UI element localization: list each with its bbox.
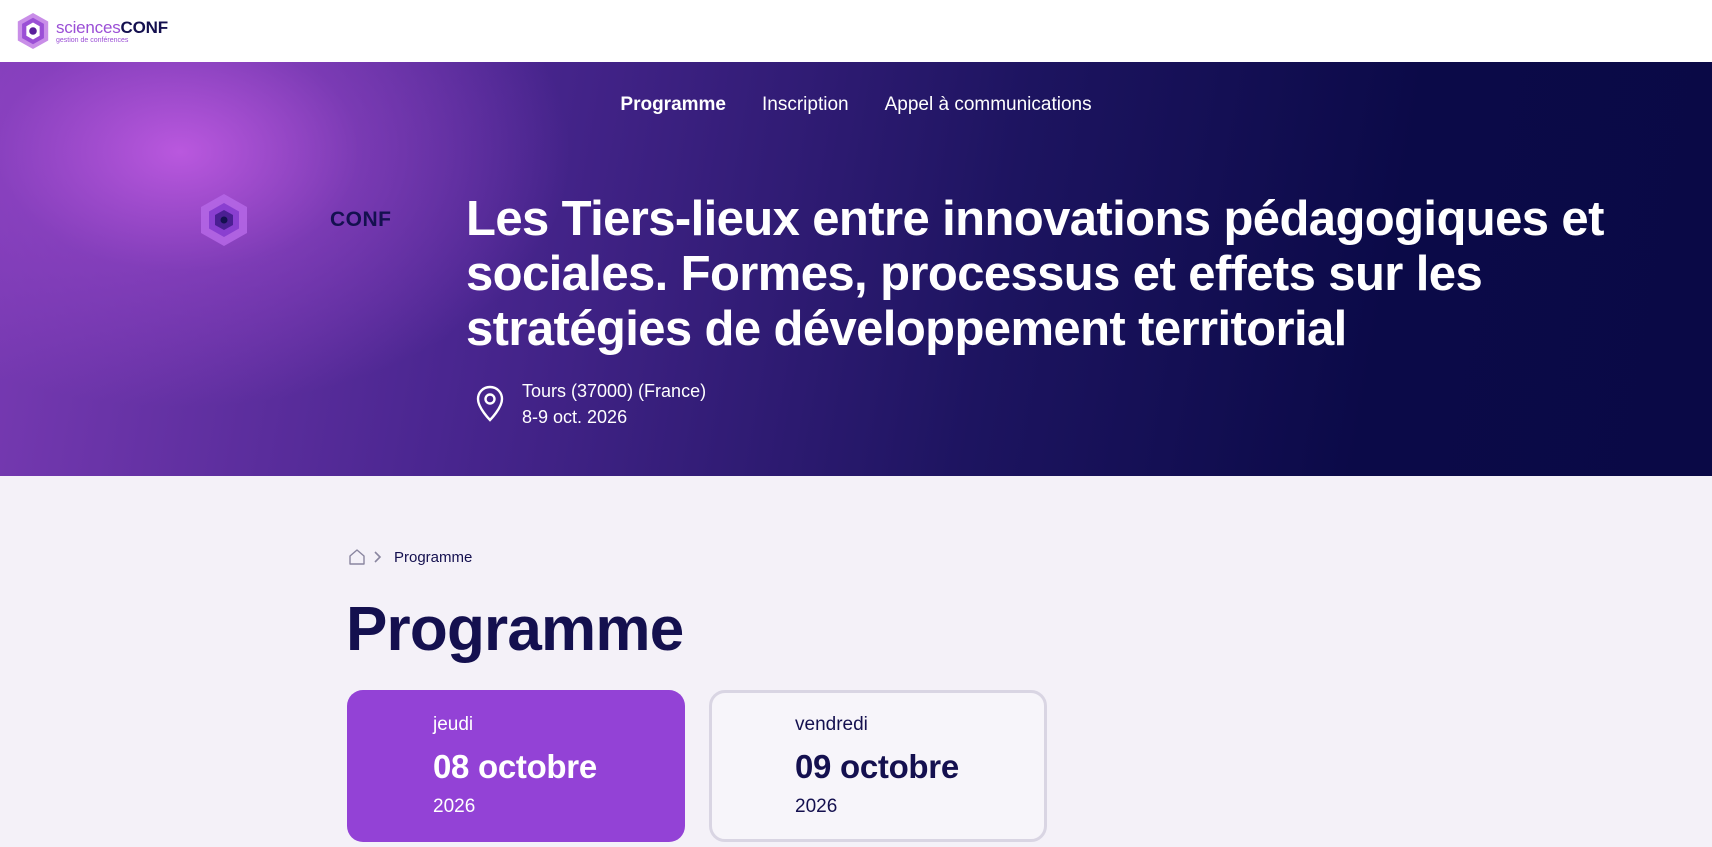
conference-title: Les Tiers-lieux entre innovations pédago… (466, 192, 1604, 356)
day-tab-jeudi[interactable]: jeudi 08 octobre 2026 (347, 690, 685, 842)
brand-name: sciencesCONF (56, 17, 168, 37)
conference-logo-icon (201, 194, 247, 246)
nav-item-programme[interactable]: Programme (620, 94, 726, 116)
hero-banner: Programme Inscription Appel à communicat… (0, 62, 1712, 476)
breadcrumb: Programme (348, 548, 472, 566)
day-weekday: jeudi (433, 714, 474, 735)
day-tab-vendredi[interactable]: vendredi 09 octobre 2026 (709, 690, 1047, 842)
day-date: 09 octobre (795, 748, 959, 785)
conference-dates: 8-9 oct. 2026 (522, 407, 628, 427)
brand-wordmark: sciencesCONF gestion de conférences (56, 19, 168, 44)
nav-item-inscription[interactable]: Inscription (762, 94, 849, 116)
conference-logo-text: CONF (330, 208, 392, 231)
breadcrumb-current: Programme (394, 548, 473, 566)
conference-location: Tours (37000) (France) (522, 381, 707, 401)
nav-item-appel-communications[interactable]: Appel à communications (885, 94, 1092, 116)
sciencesconf-logo-icon (17, 12, 49, 50)
main-nav: Programme Inscription Appel à communicat… (0, 94, 1712, 116)
chevron-right-icon (374, 551, 382, 563)
day-date: 08 octobre (433, 748, 597, 785)
page-title: Programme (346, 595, 684, 664)
conference-logo: CONF (196, 192, 392, 248)
day-weekday: vendredi (795, 714, 868, 735)
home-icon[interactable] (348, 548, 366, 566)
sciencesconf-logo-link[interactable]: sciencesCONF gestion de conférences (14, 12, 168, 50)
day-year: 2026 (795, 796, 838, 817)
brand-tagline: gestion de conférences (56, 36, 129, 44)
map-pin-icon (476, 385, 504, 422)
day-year: 2026 (433, 796, 476, 817)
conference-meta: Tours (37000) (France) 8-9 oct. 2026 (474, 378, 706, 430)
top-bar: sciencesCONF gestion de conférences (0, 0, 1712, 62)
